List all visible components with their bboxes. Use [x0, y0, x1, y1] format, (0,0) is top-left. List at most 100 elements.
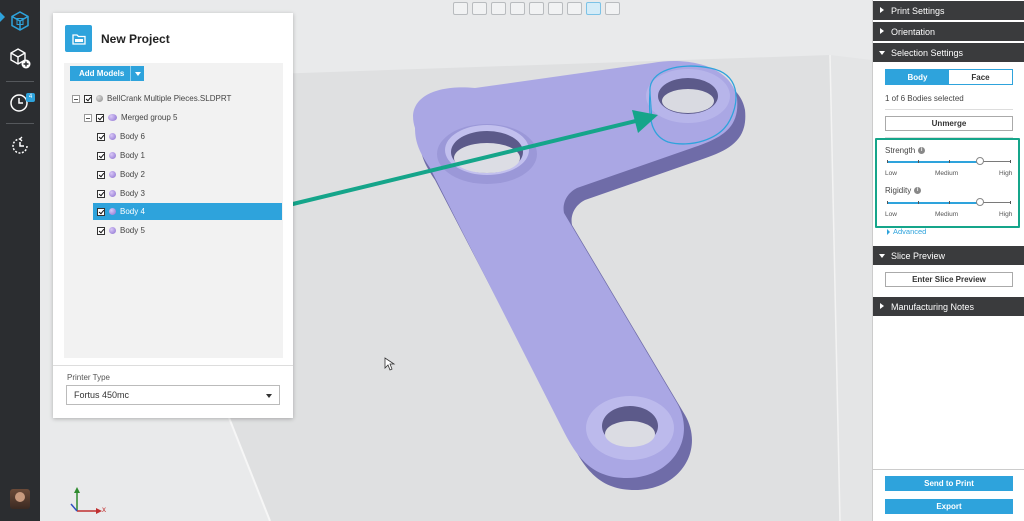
tree-row-label: Body 1 [120, 151, 145, 160]
annotation-highlight-box [875, 138, 1020, 228]
bottom-view-icon[interactable] [547, 2, 563, 15]
file-icon [96, 95, 103, 102]
tree-row-body[interactable]: Body 2 [97, 166, 145, 183]
printer-type-select[interactable]: Fortus 450mc [66, 385, 280, 405]
history-button[interactable] [0, 128, 40, 164]
tree-row-file[interactable]: BellCrank Multiple Pieces.SLDPRT [72, 90, 231, 107]
collapse-toggle[interactable] [84, 113, 92, 122]
group-icon [108, 114, 117, 121]
visibility-checkbox[interactable] [97, 226, 105, 235]
back-view-icon[interactable] [471, 2, 487, 15]
visibility-checkbox[interactable] [97, 207, 105, 216]
tree-row-body[interactable]: Body 5 [97, 222, 145, 239]
section-title: Manufacturing Notes [891, 301, 975, 312]
section-orientation[interactable]: Orientation [873, 22, 1024, 41]
rail-divider [6, 81, 34, 82]
view-toolbar [420, 0, 652, 17]
section-manufacturing-notes[interactable]: Manufacturing Notes [873, 297, 1024, 316]
chevron-down-icon [879, 51, 885, 55]
footer-divider [873, 469, 1024, 470]
panel-divider [53, 365, 293, 366]
front-view-icon[interactable] [452, 2, 468, 15]
settings-panel: Print Settings Orientation Selection Set… [872, 0, 1024, 521]
zoom-fit-icon[interactable] [604, 2, 620, 15]
body-icon [109, 133, 116, 140]
bodies-selected-count: 1 of 6 Bodies selected [885, 94, 964, 103]
print-queue-button[interactable]: 4 [0, 85, 40, 121]
tree-row-label: Merged group 5 [121, 113, 178, 122]
unmerge-button[interactable]: Unmerge [885, 116, 1013, 131]
body-face-toggle: Body Face [885, 69, 1013, 85]
tree-row-body-selected[interactable]: Body 4 [93, 203, 282, 220]
add-models-dropdown[interactable] [130, 66, 144, 81]
section-title: Slice Preview [891, 250, 946, 261]
perspective-icon[interactable] [585, 2, 601, 15]
divider [885, 109, 1013, 110]
section-title: Print Settings [891, 5, 945, 16]
model-tree: Add Models BellCrank Multiple Pieces.SLD… [64, 63, 283, 358]
body-icon [109, 152, 116, 159]
chevron-down-icon [134, 71, 141, 76]
model-cube-icon [11, 11, 29, 31]
queue-count-badge: 4 [26, 93, 35, 102]
tree-row-label: Body 3 [120, 189, 145, 198]
visibility-checkbox[interactable] [97, 132, 105, 141]
tree-row-label: BellCrank Multiple Pieces.SLDPRT [107, 94, 232, 103]
add-model-button[interactable] [0, 40, 40, 76]
x-axis-label: x [102, 505, 106, 514]
chevron-right-icon [880, 303, 884, 309]
add-models-label: Add Models [79, 69, 125, 78]
project-title: New Project [101, 31, 170, 46]
send-to-print-button[interactable]: Send to Print [885, 476, 1013, 491]
visibility-checkbox[interactable] [97, 151, 105, 160]
chevron-right-icon [880, 7, 884, 13]
rail-divider [6, 123, 34, 124]
chevron-right-icon [880, 28, 884, 34]
left-view-icon[interactable] [490, 2, 506, 15]
folder-icon [65, 25, 92, 52]
chevron-right-icon [887, 228, 890, 235]
printer-type-label: Printer Type [67, 373, 110, 382]
section-title: Orientation [891, 26, 936, 37]
tree-row-group[interactable]: Merged group 5 [84, 109, 177, 126]
tree-row-body[interactable]: Body 6 [97, 128, 145, 145]
project-header: New Project [65, 25, 170, 52]
axis-triad [70, 487, 102, 514]
collapse-toggle[interactable] [72, 94, 80, 103]
body-icon [109, 227, 116, 234]
export-button[interactable]: Export [885, 499, 1013, 514]
tree-row-label: Body 4 [120, 207, 145, 216]
advanced-link[interactable]: Advanced [887, 227, 926, 236]
tree-row-label: Body 6 [120, 132, 145, 141]
top-view-icon[interactable] [528, 2, 544, 15]
enter-slice-preview-button[interactable]: Enter Slice Preview [885, 272, 1013, 287]
iso-view-icon[interactable] [566, 2, 582, 15]
right-view-icon[interactable] [509, 2, 525, 15]
section-selection-settings[interactable]: Selection Settings [873, 43, 1024, 62]
add-model-icon [10, 48, 31, 69]
section-title: Selection Settings [891, 47, 964, 58]
project-panel: New Project Add Models BellCrank Multipl… [53, 13, 293, 418]
tree-row-label: Body 2 [120, 170, 145, 179]
tab-body[interactable]: Body [886, 70, 949, 84]
section-slice-preview[interactable]: Slice Preview [873, 246, 1024, 265]
section-print-settings[interactable]: Print Settings [873, 1, 1024, 20]
user-avatar[interactable] [10, 489, 30, 509]
advanced-label: Advanced [893, 227, 927, 236]
visibility-checkbox[interactable] [84, 94, 92, 103]
chevron-down-icon [266, 394, 272, 398]
visibility-checkbox[interactable] [97, 189, 105, 198]
tree-row-body[interactable]: Body 1 [97, 147, 145, 164]
add-models-button[interactable]: Add Models [70, 66, 145, 81]
tree-row-body[interactable]: Body 3 [97, 185, 145, 202]
left-rail: 4 [0, 0, 40, 521]
visibility-checkbox[interactable] [96, 113, 104, 122]
body-icon [109, 190, 116, 197]
body-icon [109, 208, 116, 215]
chevron-down-icon [879, 254, 885, 258]
tab-face[interactable]: Face [949, 70, 1012, 84]
history-icon [12, 136, 28, 154]
visibility-checkbox[interactable] [97, 170, 105, 179]
model-cube-button[interactable] [0, 3, 40, 39]
tree-row-label: Body 5 [120, 226, 145, 235]
